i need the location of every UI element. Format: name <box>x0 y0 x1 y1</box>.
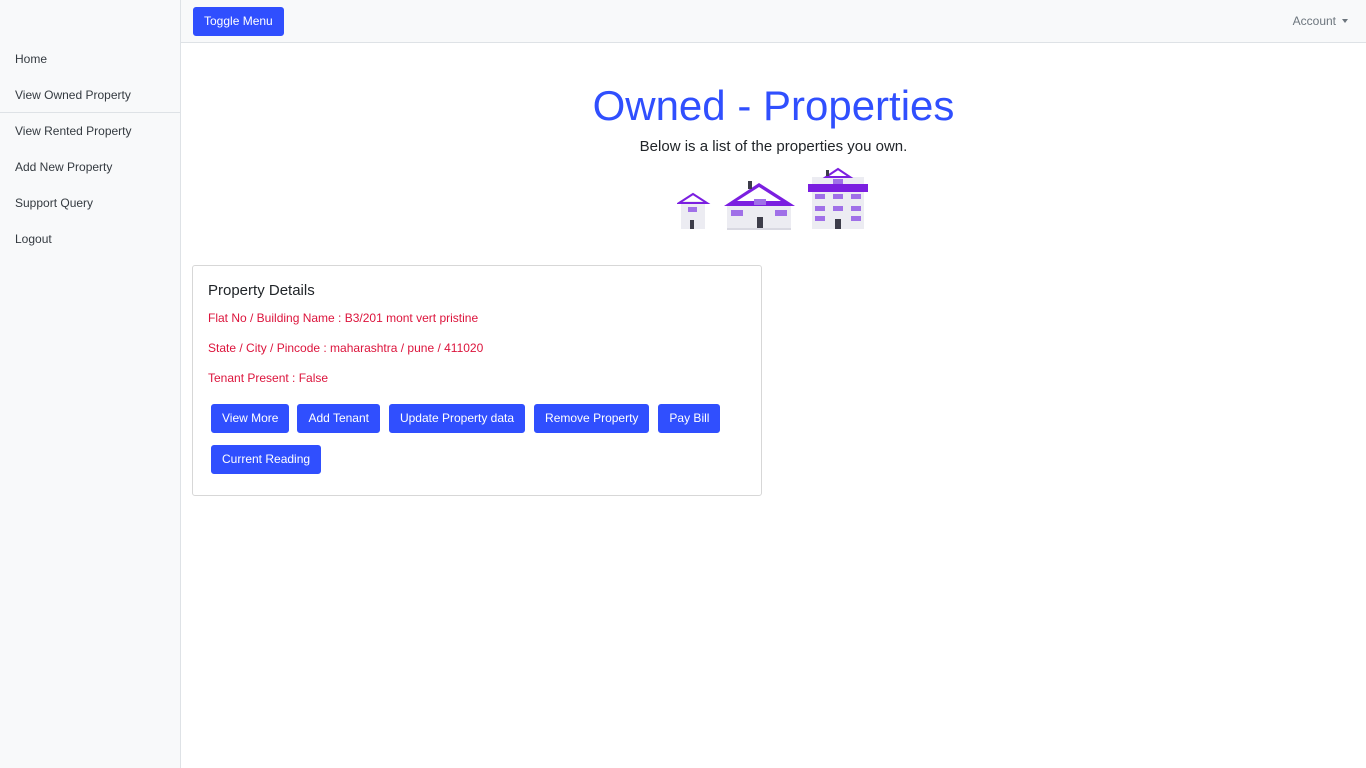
card-title: Property Details <box>208 282 315 299</box>
small-house-icon <box>675 192 711 229</box>
sidebar-item-add-new-property[interactable]: Add New Property <box>0 149 180 185</box>
tall-building-icon <box>808 167 868 229</box>
page-title: Owned - Properties <box>592 82 955 129</box>
sidebar-nav: Home View Owned Property View Rented Pro… <box>0 41 180 257</box>
buildings-icon <box>675 167 873 236</box>
page-subtitle: Below is a list of the properties you ow… <box>639 138 908 155</box>
update-property-button[interactable]: Update Property data <box>388 404 526 433</box>
property-actions-row-2: Current Reading <box>211 445 326 474</box>
toggle-menu-button[interactable]: Toggle Menu <box>193 7 284 36</box>
sidebar-item-support-query[interactable]: Support Query <box>0 185 180 221</box>
add-tenant-button[interactable]: Add Tenant <box>297 404 380 433</box>
flat-building-name: Flat No / Building Name : B3/201 mont ve… <box>208 311 479 325</box>
current-reading-button[interactable]: Current Reading <box>211 445 322 474</box>
account-label: Account <box>1292 14 1336 28</box>
wide-house-icon <box>724 181 795 230</box>
property-details-card: Property Details Flat No / Building Name… <box>192 265 762 496</box>
chevron-down-icon <box>1342 19 1348 23</box>
sidebar: Home View Owned Property View Rented Pro… <box>0 0 181 768</box>
sidebar-item-view-rented-property[interactable]: View Rented Property <box>0 113 180 149</box>
main-content: Owned - Properties Below is a list of th… <box>181 43 1366 768</box>
view-more-button[interactable]: View More <box>211 404 290 433</box>
sidebar-item-home[interactable]: Home <box>0 41 180 77</box>
sidebar-item-view-owned-property[interactable]: View Owned Property <box>0 77 180 113</box>
state-city-pincode: State / City / Pincode : maharashtra / p… <box>208 341 484 355</box>
sidebar-item-logout[interactable]: Logout <box>0 221 180 257</box>
remove-property-button[interactable]: Remove Property <box>534 404 650 433</box>
top-navbar: Toggle Menu Account <box>181 0 1366 43</box>
property-actions: View More Add Tenant Update Property dat… <box>211 404 725 433</box>
pay-bill-button[interactable]: Pay Bill <box>658 404 721 433</box>
tenant-present: Tenant Present : False <box>208 371 329 385</box>
account-dropdown[interactable]: Account <box>1293 14 1348 28</box>
